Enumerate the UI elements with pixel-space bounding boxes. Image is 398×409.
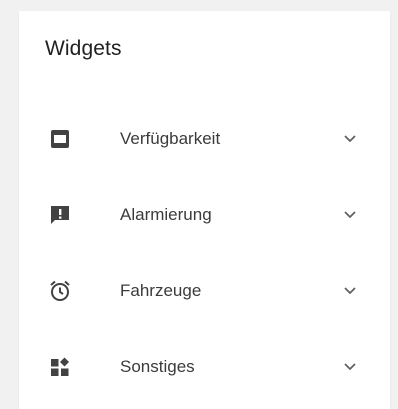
chevron-down-icon[interactable] [341, 130, 359, 148]
widget-menu: Verfügbarkeit Alarmierung Fahrzeuge Sons… [19, 101, 390, 405]
chevron-down-icon[interactable] [341, 282, 359, 300]
menu-item-sonstiges[interactable]: Sonstiges [19, 329, 390, 405]
widgets-panel: Widgets Verfügbarkeit Alarmierung Fahrze… [19, 11, 390, 409]
chevron-down-icon[interactable] [341, 358, 359, 376]
alarm-clock-icon [48, 279, 72, 303]
menu-item-label: Sonstiges [120, 357, 195, 376]
menu-item-verfuegbarkeit[interactable]: Verfügbarkeit [19, 101, 390, 177]
alarm-message-icon [48, 203, 72, 227]
availability-icon [48, 127, 72, 151]
menu-item-label: Fahrzeuge [120, 281, 202, 300]
menu-item-fahrzeuge[interactable]: Fahrzeuge [19, 253, 390, 329]
chevron-down-icon[interactable] [341, 206, 359, 224]
menu-item-label: Verfügbarkeit [120, 129, 221, 148]
menu-item-label: Alarmierung [120, 205, 212, 224]
menu-item-alarmierung[interactable]: Alarmierung [19, 177, 390, 253]
panel-title: Widgets [45, 37, 122, 60]
widgets-icon [48, 355, 72, 379]
